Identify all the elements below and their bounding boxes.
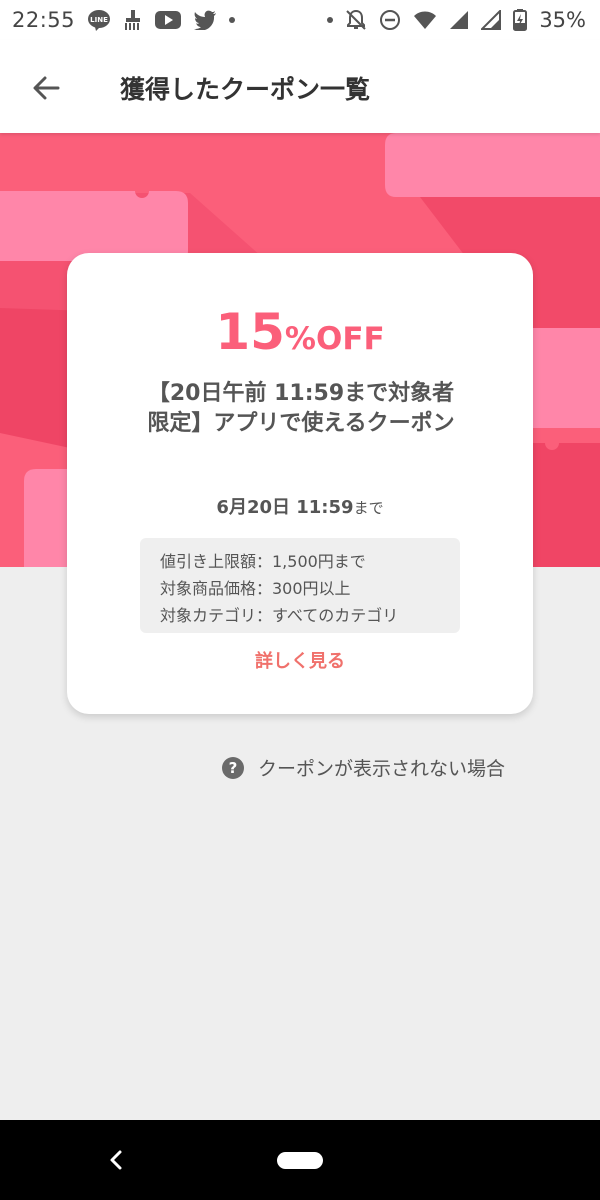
help-icon: ? bbox=[222, 756, 244, 779]
coupon-help-link[interactable]: ? クーポンが表示されない場合 bbox=[222, 754, 505, 781]
battery-icon bbox=[513, 9, 528, 31]
youtube-icon bbox=[155, 10, 182, 30]
help-label: クーポンが表示されない場合 bbox=[258, 758, 506, 780]
coupon-name: 【20日午前 11:59まで対象者限定】アプリで使えるクーポン bbox=[147, 381, 455, 436]
system-nav-bar bbox=[0, 1120, 600, 1200]
coupon-expiry: 6月20日 11:59まで bbox=[67, 493, 533, 519]
condition-max-discount: 値引き上限額：1,500円まで bbox=[160, 552, 366, 571]
svg-text:LINE: LINE bbox=[90, 16, 108, 24]
page-title: 獲得したクーポン一覧 bbox=[120, 75, 371, 104]
brush-icon bbox=[123, 9, 143, 31]
app-header: 獲得したクーポン一覧 bbox=[0, 40, 600, 133]
status-bar: 22:55 LINE 35% bbox=[0, 0, 600, 40]
coupon-card[interactable]: 15%OFF 【20日午前 11:59まで対象者限定】アプリで使えるクーポン 6… bbox=[67, 253, 533, 714]
discount-label: 15%OFF bbox=[67, 303, 533, 361]
status-time: 22:55 bbox=[12, 8, 76, 32]
signal-icon bbox=[481, 10, 502, 30]
discount-value: 15 bbox=[215, 303, 285, 361]
status-bar-right: 35% bbox=[327, 8, 586, 32]
status-bar-left: 22:55 LINE bbox=[12, 8, 236, 32]
expiry-suffix: まで bbox=[353, 499, 384, 517]
details-link[interactable]: 詳しく見る bbox=[67, 647, 533, 673]
battery-percent: 35% bbox=[539, 8, 586, 32]
notification-dot bbox=[229, 17, 236, 23]
line-icon: LINE bbox=[87, 9, 111, 31]
notification-dot bbox=[327, 17, 334, 23]
twitter-icon bbox=[193, 10, 217, 30]
back-button[interactable] bbox=[22, 64, 70, 112]
chevron-left-icon bbox=[110, 1150, 122, 1170]
coupon-conditions: 値引き上限額：1,500円まで 対象商品価格：300円以上 対象カテゴリ：すべて… bbox=[140, 538, 460, 633]
condition-category: 対象カテゴリ：すべてのカテゴリ bbox=[160, 606, 399, 625]
nav-home-pill[interactable] bbox=[277, 1152, 323, 1169]
notifications-off-icon bbox=[345, 9, 367, 31]
condition-min-price: 対象商品価格：300円以上 bbox=[160, 579, 351, 598]
expiry-date: 6月20日 11:59 bbox=[216, 497, 354, 518]
nav-back-button[interactable] bbox=[98, 1142, 134, 1178]
discount-unit: %OFF bbox=[284, 321, 385, 357]
back-arrow-icon bbox=[33, 76, 60, 100]
do-not-disturb-icon bbox=[379, 9, 401, 31]
signal-icon bbox=[449, 10, 469, 30]
wifi-icon bbox=[413, 10, 437, 30]
